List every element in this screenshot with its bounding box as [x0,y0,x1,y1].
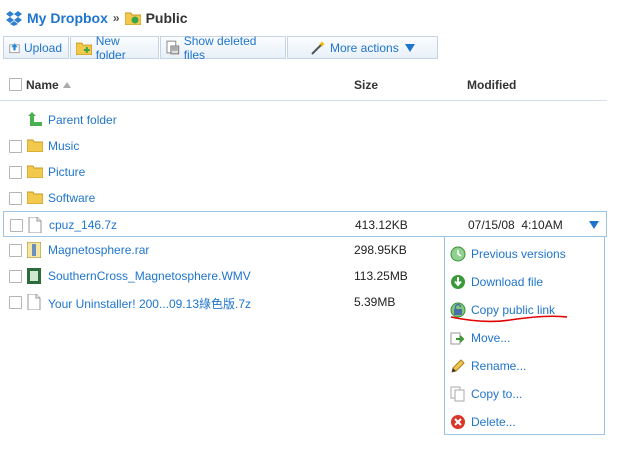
file-name[interactable]: Magnetosphere.rar [48,243,149,257]
upload-label: Upload [23,40,62,55]
file-context-menu: Previous versions Download file Copy pub… [444,236,605,435]
column-size-header[interactable]: Size [354,78,378,92]
file-size: 5.39MB [354,295,396,309]
show-deleted-files-button[interactable]: Show deleted files [160,33,286,62]
menu-item-label: Previous versions [471,247,566,261]
annotation-underline [450,315,568,323]
file-icon [28,217,42,233]
toolbar: Upload New folder Show deleted files Mor… [3,33,439,62]
chevron-down-icon [404,43,415,52]
breadcrumb-current: Public [145,10,188,26]
file-size: 298.95KB [354,243,407,257]
folder-row[interactable]: Music [3,133,605,159]
video-file-icon [27,268,41,284]
copy-icon [450,386,465,402]
more-actions-button[interactable]: More actions [287,36,438,59]
row-checkbox[interactable] [9,270,22,283]
file-name[interactable]: SouthernCross_Magnetosphere.WMV [48,269,251,283]
new-folder-icon [76,42,92,55]
menu-item-rename[interactable]: Rename... [445,351,604,377]
show-deleted-label: Show deleted files [183,33,257,62]
breadcrumb-separator: » [112,11,120,25]
file-row-selected[interactable]: cpuz_146.7z 413.12KB 07/15/08 4:10AM [3,211,607,237]
row-checkbox[interactable] [9,140,22,153]
menu-item-label: Delete... [471,415,516,429]
row-options-dropdown-icon[interactable] [589,221,599,229]
new-folder-button[interactable]: New folder [70,33,159,62]
folder-icon [27,165,43,178]
row-checkbox[interactable] [9,192,22,205]
file-icon [27,294,41,310]
row-checkbox[interactable] [9,296,22,309]
select-all-checkbox[interactable] [9,78,22,91]
menu-item-move[interactable]: Move... [445,323,604,349]
menu-item-label: Move... [471,331,511,345]
deleted-files-icon [166,40,180,55]
pencil-icon [451,359,465,373]
menu-item-previous-versions[interactable]: Previous versions [445,239,604,265]
menu-item-label: Rename... [471,359,527,373]
folder-name[interactable]: Music [48,139,79,153]
menu-item-label: Copy to... [471,387,523,401]
folder-row[interactable]: Picture [3,159,605,185]
file-name[interactable]: Your Uninstaller! 200...09.13綠色版.7z [48,295,251,312]
menu-item-copy-to[interactable]: Copy to... [445,379,604,405]
magic-wand-icon [311,40,325,55]
more-actions-label: More actions [330,40,399,55]
folder-icon [27,139,43,152]
file-modified: 07/15/08 4:10AM [468,218,563,232]
up-arrow-icon [28,112,42,126]
dropbox-icon [6,11,22,26]
column-name-header[interactable]: Name [26,78,59,92]
upload-button[interactable]: Upload [3,36,69,59]
file-size: 113.25MB [354,269,408,283]
file-name[interactable]: cpuz_146.7z [49,218,117,232]
folder-name[interactable]: Software [48,191,95,205]
parent-folder-row[interactable]: Parent folder [3,107,605,133]
move-icon [450,332,465,345]
menu-item-delete[interactable]: Delete... [445,407,604,433]
delete-icon [451,415,465,429]
history-icon [450,246,466,262]
folder-row[interactable]: Software [3,185,605,211]
breadcrumb-root-link[interactable]: My Dropbox [27,10,108,26]
public-folder-icon [124,12,141,25]
file-list-header: Name Size Modified [0,70,607,101]
upload-icon [9,42,20,53]
download-icon [451,275,465,289]
row-checkbox[interactable] [9,166,22,179]
folder-name[interactable]: Picture [48,165,85,179]
row-checkbox[interactable] [9,244,22,257]
parent-folder-link[interactable]: Parent folder [48,113,117,127]
breadcrumb: My Dropbox » Public [6,8,188,28]
sort-ascending-icon [63,82,71,88]
row-checkbox[interactable] [10,219,23,232]
new-folder-label: New folder [95,33,126,62]
archive-file-icon [27,242,41,258]
menu-item-download-file[interactable]: Download file [445,267,604,293]
menu-item-label: Download file [471,275,544,289]
column-modified-header[interactable]: Modified [467,78,516,92]
folder-icon [27,191,43,204]
file-size: 413.12KB [355,218,408,232]
